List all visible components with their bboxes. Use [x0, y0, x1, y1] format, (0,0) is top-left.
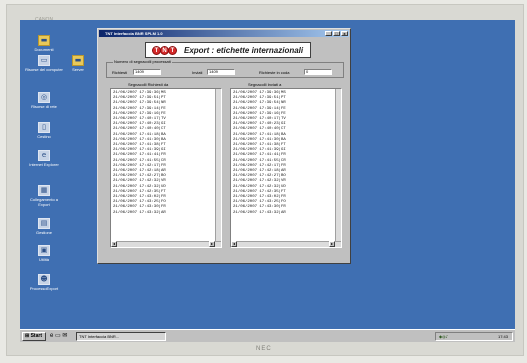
recycle-bin-icon: ▯	[38, 122, 50, 133]
desktop-icon-collegamento-a-export[interactable]: ▦ Collegamento a Export	[24, 185, 64, 207]
clock[interactable]: 17:43	[498, 333, 508, 340]
left-list-label: Segnacolli Richiesti da	[128, 82, 169, 87]
right-vertical-scrollbar[interactable]	[335, 89, 341, 241]
folder-icon: ▬	[72, 55, 84, 66]
desktop-icon-utilit-[interactable]: ▣ Utilità	[24, 245, 64, 262]
maximize-button[interactable]: □	[333, 31, 340, 36]
shortcut-icon: ▦	[38, 185, 50, 196]
header-banner: T N T Export : etichette internazionali	[145, 42, 311, 58]
internet-explorer-icon: e	[38, 150, 50, 161]
desktop[interactable]: ▬ Documenti ▭ Risorse del computer ◎ Risorse …	[20, 20, 515, 342]
list-item[interactable]: 21/06/2007 17:43:32|AR	[233, 211, 333, 216]
utility-icon: ▣	[38, 245, 50, 256]
desktop-icon-label: Collegamento a Export	[29, 197, 59, 207]
left-horizontal-scrollbar[interactable]: ◂ ▸	[111, 241, 221, 247]
desktop-icon-server[interactable]: ▬ Server	[58, 55, 98, 72]
desktop-icon[interactable]: ▭	[55, 333, 61, 339]
window-title-bar[interactable]: TNT Interfaccia BNR SPLM 1.0 _ □ x	[99, 30, 349, 37]
counters-group: Numero di segnacolli processati Richiest…	[106, 59, 344, 78]
requested-label: Richiesti	[112, 70, 128, 75]
export-window[interactable]: TNT Interfaccia BNR SPLM 1.0 _ □ x T N T…	[97, 28, 351, 264]
ie-icon[interactable]: e	[50, 333, 53, 339]
desktop-icon-internet-explorer[interactable]: e Internet Explorer	[24, 150, 64, 167]
right-list-label: Segnacolli Inviati a	[248, 82, 282, 87]
desktop-icon-cestino[interactable]: ▯ Cestino	[24, 122, 64, 139]
start-label: Start	[30, 333, 42, 339]
scroll-right-icon[interactable]: ▸	[329, 241, 335, 247]
close-button[interactable]: x	[341, 31, 348, 36]
requested-list[interactable]: 21/06/2007 17:39:36|MS 21/06/2007 17:39:5…	[110, 88, 222, 248]
system-tray: ◆◍♪ 17:43	[435, 332, 513, 341]
scroll-left-icon[interactable]: ◂	[111, 241, 117, 247]
quick-launch: e ▭ ✉	[50, 332, 67, 341]
desktop-icon-documenti[interactable]: ▬ Documenti	[24, 35, 64, 52]
windows-logo-icon: ⊞	[25, 333, 30, 339]
taskbar: ⊞ Start e ▭ ✉ TNT Interfaccia BNR... ◆◍♪…	[20, 329, 515, 342]
desktop-icon-processoexport[interactable]: ☻ ProcessoExport	[24, 274, 64, 291]
desktop-icon-label: Documenti	[34, 47, 54, 52]
sent-label: Inviati	[192, 70, 203, 75]
list-item[interactable]: 21/06/2007 17:43:32|AR	[113, 211, 213, 216]
desktop-icon-label: Server	[72, 67, 84, 72]
network-icon: ◎	[38, 92, 50, 103]
tnt-logo: T N T	[152, 46, 177, 55]
outlook-icon[interactable]: ✉	[62, 333, 67, 339]
task-button[interactable]: TNT Interfaccia BNR...	[76, 332, 166, 341]
start-button[interactable]: ⊞ Start	[22, 332, 46, 341]
app-icon: ▤	[38, 218, 50, 229]
queue-field[interactable]: 0	[304, 69, 332, 75]
desktop-icon-gestione[interactable]: ▤ Gestione	[24, 218, 64, 235]
queue-label: Richieste in coda	[259, 70, 290, 75]
requested-field[interactable]: 1409	[133, 69, 161, 75]
monitor-brand: NEC	[256, 346, 272, 352]
scroll-left-icon[interactable]: ◂	[231, 241, 237, 247]
desktop-icon-label: Cestino	[37, 134, 51, 139]
scroll-right-icon[interactable]: ▸	[209, 241, 215, 247]
desktop-icon-risorse-di-rete[interactable]: ◎ Risorse di rete	[24, 92, 64, 109]
desktop-icon-label: Gestione	[35, 230, 52, 235]
desktop-icon-label: ProcessoExport	[29, 286, 59, 291]
computer-icon: ▭	[38, 55, 50, 66]
user-icon: ☻	[38, 274, 50, 285]
desktop-icon-label: Internet Explorer	[29, 162, 59, 167]
minimize-button[interactable]: _	[325, 31, 332, 36]
left-vertical-scrollbar[interactable]	[215, 89, 221, 241]
sent-list[interactable]: 21/06/2007 17:39:36|MS 21/06/2007 17:39:5…	[230, 88, 342, 248]
desktop-icon-label: Utilità	[38, 257, 49, 262]
right-horizontal-scrollbar[interactable]: ◂ ▸	[231, 241, 341, 247]
logo-letter: T	[168, 46, 177, 55]
desktop-icon-label: Risorse di rete	[31, 104, 57, 109]
sent-field[interactable]: 1409	[207, 69, 235, 75]
window-title: TNT Interfaccia BNR SPLM 1.0	[105, 31, 163, 36]
tray-icons[interactable]: ◆◍♪	[439, 333, 448, 340]
folder-icon: ▬	[38, 35, 50, 46]
page-title: Export : etichette internazionali	[184, 46, 304, 55]
group-label: Numero di segnacolli processati	[113, 59, 172, 64]
